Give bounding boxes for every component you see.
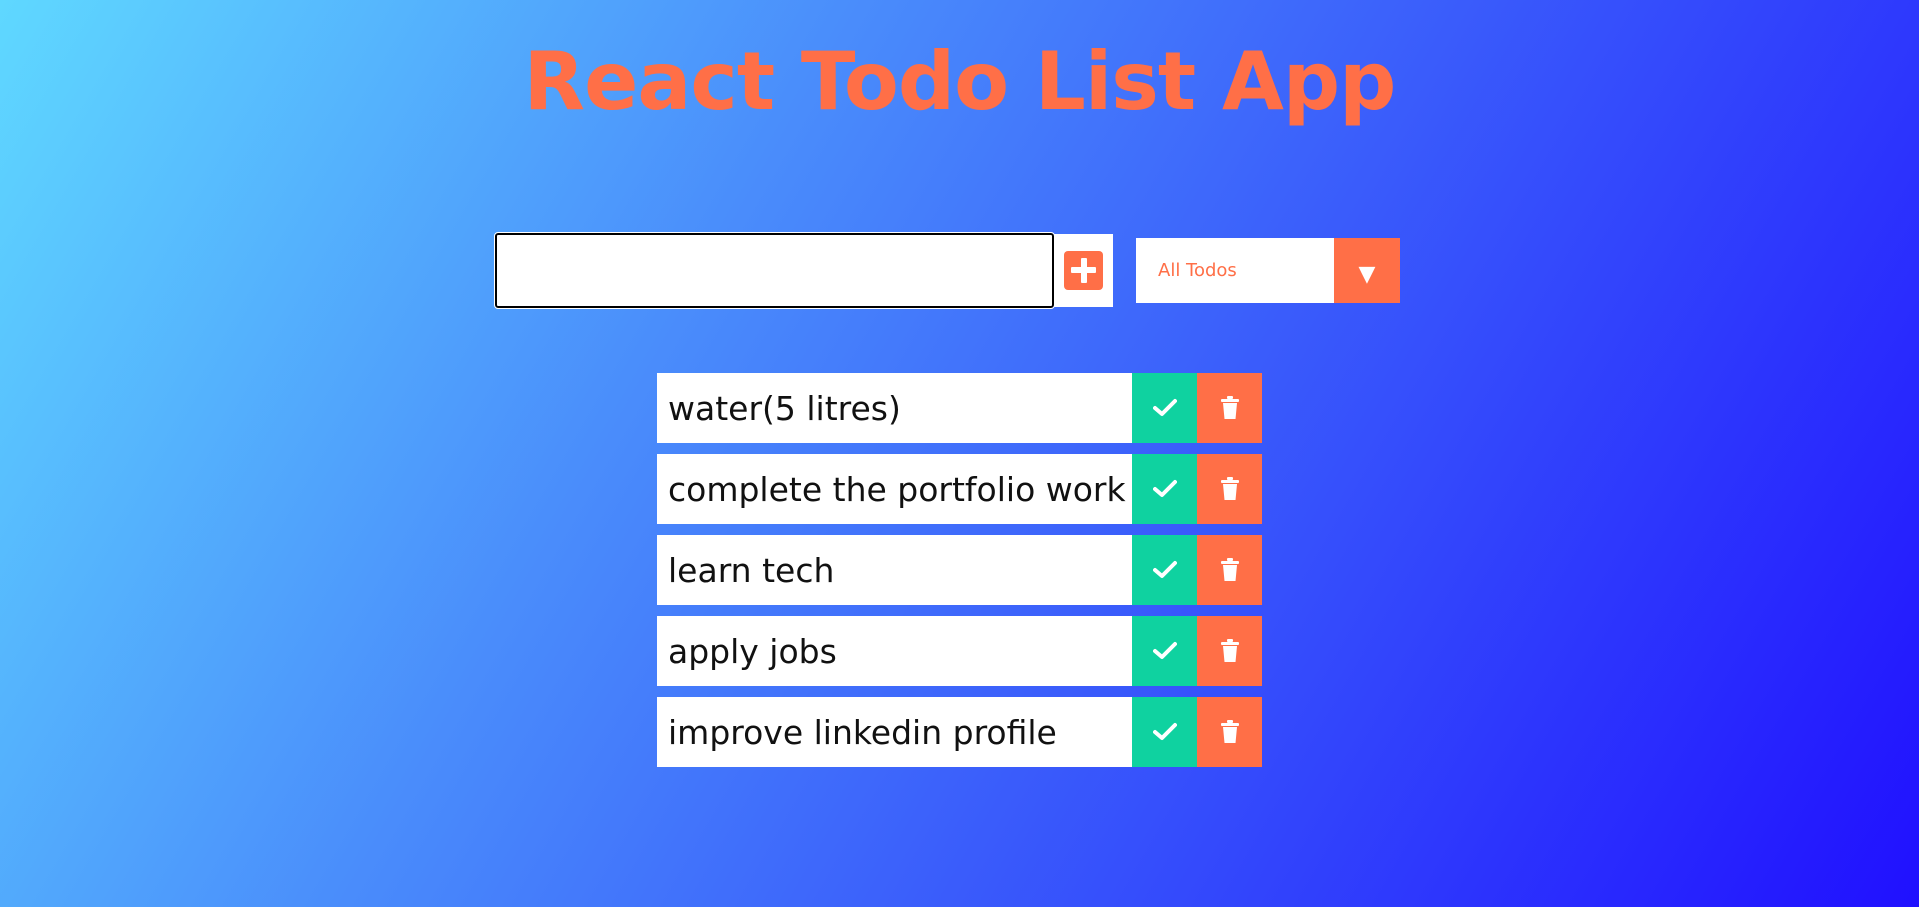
delete-button[interactable]: [1197, 697, 1262, 767]
todo-item: learn tech: [657, 535, 1262, 605]
todo-text: complete the portfolio work: [668, 469, 1126, 509]
check-icon: [1152, 480, 1177, 497]
check-icon: [1152, 723, 1177, 740]
check-icon: [1152, 399, 1177, 416]
delete-button[interactable]: [1197, 535, 1262, 605]
todo-text: water(5 litres): [668, 388, 901, 428]
complete-button[interactable]: [1132, 454, 1197, 524]
todo-item: improve linkedin profile: [657, 697, 1262, 767]
todo-text: apply jobs: [668, 631, 837, 671]
filter-select[interactable]: All Todos ▼: [1136, 238, 1400, 303]
delete-button[interactable]: [1197, 454, 1262, 524]
todo-input[interactable]: [494, 232, 1055, 309]
check-icon: [1152, 561, 1177, 578]
todo-text: improve linkedin profile: [668, 712, 1057, 752]
complete-button[interactable]: [1132, 616, 1197, 686]
delete-button[interactable]: [1197, 616, 1262, 686]
complete-button[interactable]: [1132, 535, 1197, 605]
todo-form: [494, 232, 1113, 309]
trash-icon: [1220, 396, 1239, 419]
delete-button[interactable]: [1197, 373, 1262, 443]
todo-item: apply jobs: [657, 616, 1262, 686]
plus-icon: [1064, 251, 1103, 290]
todo-item: water(5 litres): [657, 373, 1262, 443]
trash-icon: [1220, 720, 1239, 743]
app-title: React Todo List App: [523, 35, 1397, 128]
trash-icon: [1220, 558, 1239, 581]
filter-selected-value: All Todos: [1158, 260, 1237, 281]
trash-icon: [1220, 477, 1239, 500]
todo-item: complete the portfolio work: [657, 454, 1262, 524]
todo-text: learn tech: [668, 550, 835, 590]
check-icon: [1152, 642, 1177, 659]
add-todo-button[interactable]: [1054, 234, 1113, 307]
complete-button[interactable]: [1132, 697, 1197, 767]
todo-list: water(5 litres) complete the portfolio w…: [657, 373, 1262, 778]
trash-icon: [1220, 639, 1239, 662]
complete-button[interactable]: [1132, 373, 1197, 443]
chevron-down-icon: ▼: [1334, 238, 1400, 303]
